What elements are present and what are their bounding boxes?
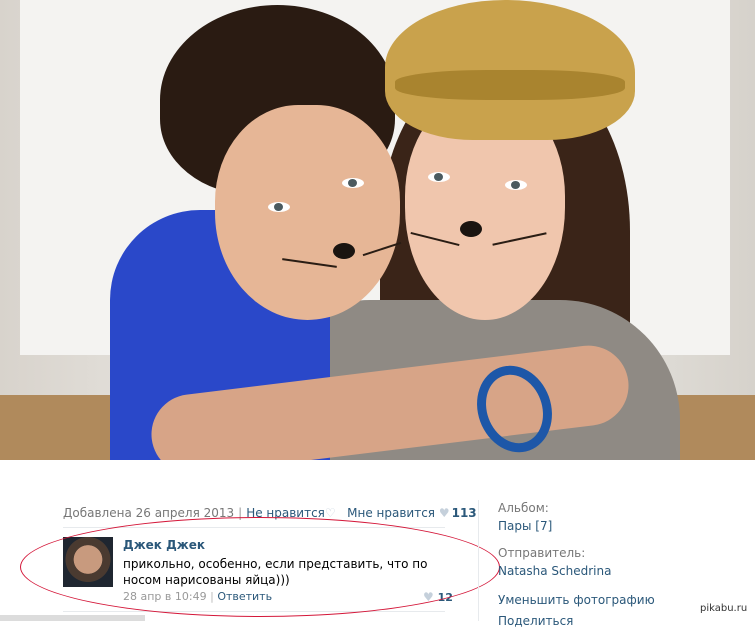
watermark: pikabu.ru — [700, 603, 748, 614]
highlight-annotation — [20, 517, 500, 617]
photo[interactable] — [0, 0, 755, 460]
hat-band — [395, 70, 625, 100]
sender-label: Отправитель: — [498, 546, 586, 560]
girl-painted-nose — [460, 221, 482, 237]
album-label: Альбом: — [498, 501, 549, 515]
boy-face — [215, 105, 400, 320]
reduce-photo-link[interactable]: Уменьшить фотографию — [498, 593, 655, 607]
horizontal-scrollbar[interactable] — [0, 615, 145, 621]
boy-eye-left — [268, 202, 290, 212]
girl-eye-left — [428, 172, 450, 182]
heart-icon: ♥ — [438, 506, 450, 520]
likes-count[interactable]: 113 — [452, 506, 477, 520]
boy-painted-nose — [333, 243, 355, 259]
share-link[interactable]: Поделиться — [498, 614, 573, 628]
like-link[interactable]: Мне нравится — [347, 506, 435, 520]
album-link[interactable]: Пары [7] — [498, 519, 552, 533]
sender-link[interactable]: Natasha Schedrina — [498, 564, 611, 578]
sidebar-divider — [478, 500, 479, 621]
girl-eye-right — [505, 180, 527, 190]
broken-heart-icon: ♡ — [324, 506, 336, 520]
boy-eye-right — [342, 178, 364, 188]
